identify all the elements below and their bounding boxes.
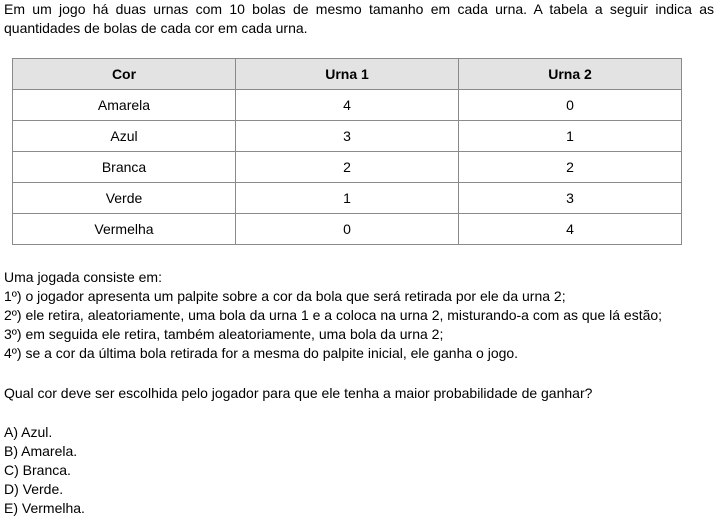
- option-d: D) Verde.: [4, 481, 64, 497]
- answer-options: A) Azul. B) Amarela. C) Branca. D) Verde…: [4, 423, 85, 518]
- question-section: Qual cor deve ser escolhida pelo jogador…: [4, 384, 592, 403]
- cell-color: Amarela: [12, 89, 236, 121]
- cell-color: Azul: [12, 120, 236, 152]
- cell-urna-1: 0: [235, 213, 459, 245]
- cell-urna-2: 1: [458, 120, 682, 152]
- table-row: Verde 1 3: [12, 182, 682, 214]
- rule-step: 2º) ele retira, aleatoriamente, uma bola…: [4, 307, 663, 323]
- cell-urna-1: 3: [235, 120, 459, 152]
- urn-table: Cor Urna 1 Urna 2 Amarela 4 0 Azul 3 1 B…: [12, 58, 682, 245]
- cell-urna-2: 0: [458, 89, 682, 121]
- question-text: Qual cor deve ser escolhida pelo jogador…: [4, 385, 593, 401]
- cell-urna-1: 1: [235, 182, 459, 214]
- cell-urna-2: 2: [458, 151, 682, 183]
- cell-color: Verde: [12, 182, 236, 214]
- rules-section: Uma jogada consiste em: 1º) o jogador ap…: [4, 268, 662, 363]
- cell-urna-2: 4: [458, 213, 682, 245]
- rule-step: 4º) se a cor da última bola retirada for…: [4, 345, 519, 361]
- header-cor: Cor: [12, 58, 236, 90]
- option-e: E) Vermelha.: [4, 500, 85, 516]
- table-row: Branca 2 2: [12, 151, 682, 183]
- cell-urna-1: 2: [235, 151, 459, 183]
- header-urna-2: Urna 2: [458, 58, 682, 90]
- table-header-row: Cor Urna 1 Urna 2: [12, 58, 682, 90]
- header-urna-1: Urna 1: [235, 58, 459, 90]
- table-row: Vermelha 0 4: [12, 213, 682, 245]
- cell-color: Vermelha: [12, 213, 236, 245]
- rule-step: 3º) em seguida ele retira, também aleato…: [4, 326, 444, 342]
- option-a: A) Azul.: [4, 424, 53, 440]
- rule-step: 1º) o jogador apresenta um palpite sobre…: [4, 288, 566, 304]
- rules-heading: Uma jogada consiste em:: [4, 269, 162, 285]
- table-row: Azul 3 1: [12, 120, 682, 152]
- intro-text: Em um jogo há duas urnas com 10 bolas de…: [4, 1, 714, 36]
- page: Em um jogo há duas urnas com 10 bolas de…: [0, 0, 720, 520]
- table-row: Amarela 4 0: [12, 89, 682, 121]
- option-b: B) Amarela.: [4, 443, 78, 459]
- cell-urna-2: 3: [458, 182, 682, 214]
- option-c: C) Branca.: [4, 462, 71, 478]
- cell-urna-1: 4: [235, 89, 459, 121]
- cell-color: Branca: [12, 151, 236, 183]
